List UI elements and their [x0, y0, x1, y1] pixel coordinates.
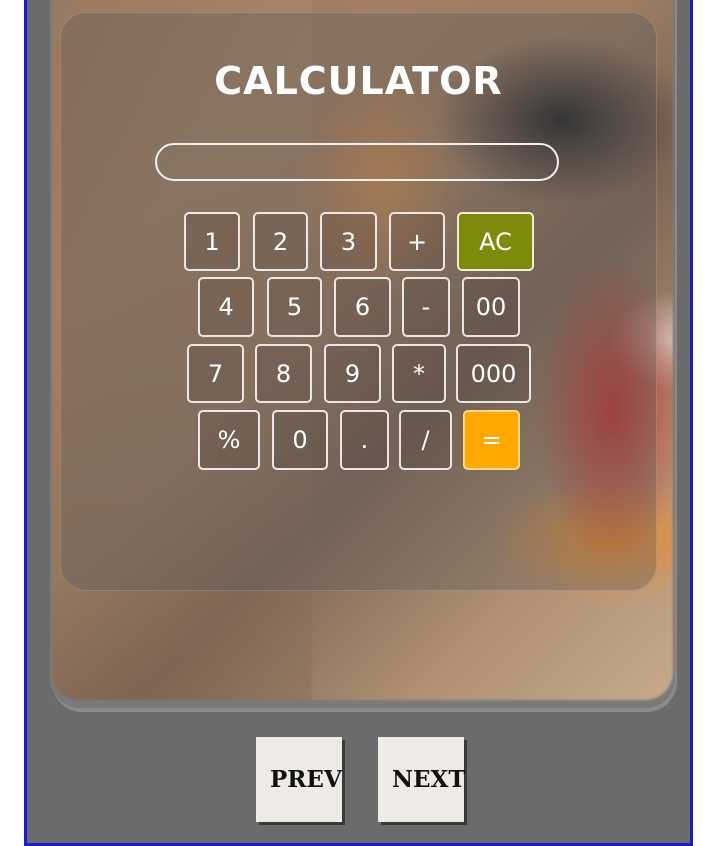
key-equals[interactable]: =: [463, 410, 520, 470]
key-000[interactable]: 000: [456, 344, 531, 403]
key-percent[interactable]: %: [198, 410, 260, 470]
next-button[interactable]: NEXT: [378, 737, 466, 822]
key-0[interactable]: 0: [272, 410, 328, 470]
key-divide[interactable]: /: [399, 410, 452, 470]
prev-button[interactable]: PREV: [256, 737, 342, 822]
key-decimal[interactable]: .: [340, 410, 389, 470]
calculator-title: CALCULATOR: [214, 59, 503, 103]
key-multiply[interactable]: *: [392, 344, 446, 403]
key-6[interactable]: 6: [334, 277, 391, 337]
key-5[interactable]: 5: [267, 277, 322, 337]
key-4[interactable]: 4: [198, 277, 254, 337]
key-plus[interactable]: +: [389, 212, 445, 271]
key-1[interactable]: 1: [184, 212, 240, 271]
key-2[interactable]: 2: [253, 212, 308, 271]
key-9[interactable]: 9: [324, 344, 381, 403]
calculator-display[interactable]: [155, 143, 559, 181]
calculator-panel: CALCULATOR 1 2 3 + AC 4 5 6 - 00 7 8 9 *…: [60, 12, 657, 591]
key-3[interactable]: 3: [320, 212, 377, 271]
key-ac[interactable]: AC: [457, 212, 534, 271]
key-7[interactable]: 7: [187, 344, 244, 403]
key-8[interactable]: 8: [255, 344, 312, 403]
key-00[interactable]: 00: [462, 277, 520, 337]
key-minus[interactable]: -: [402, 277, 450, 337]
